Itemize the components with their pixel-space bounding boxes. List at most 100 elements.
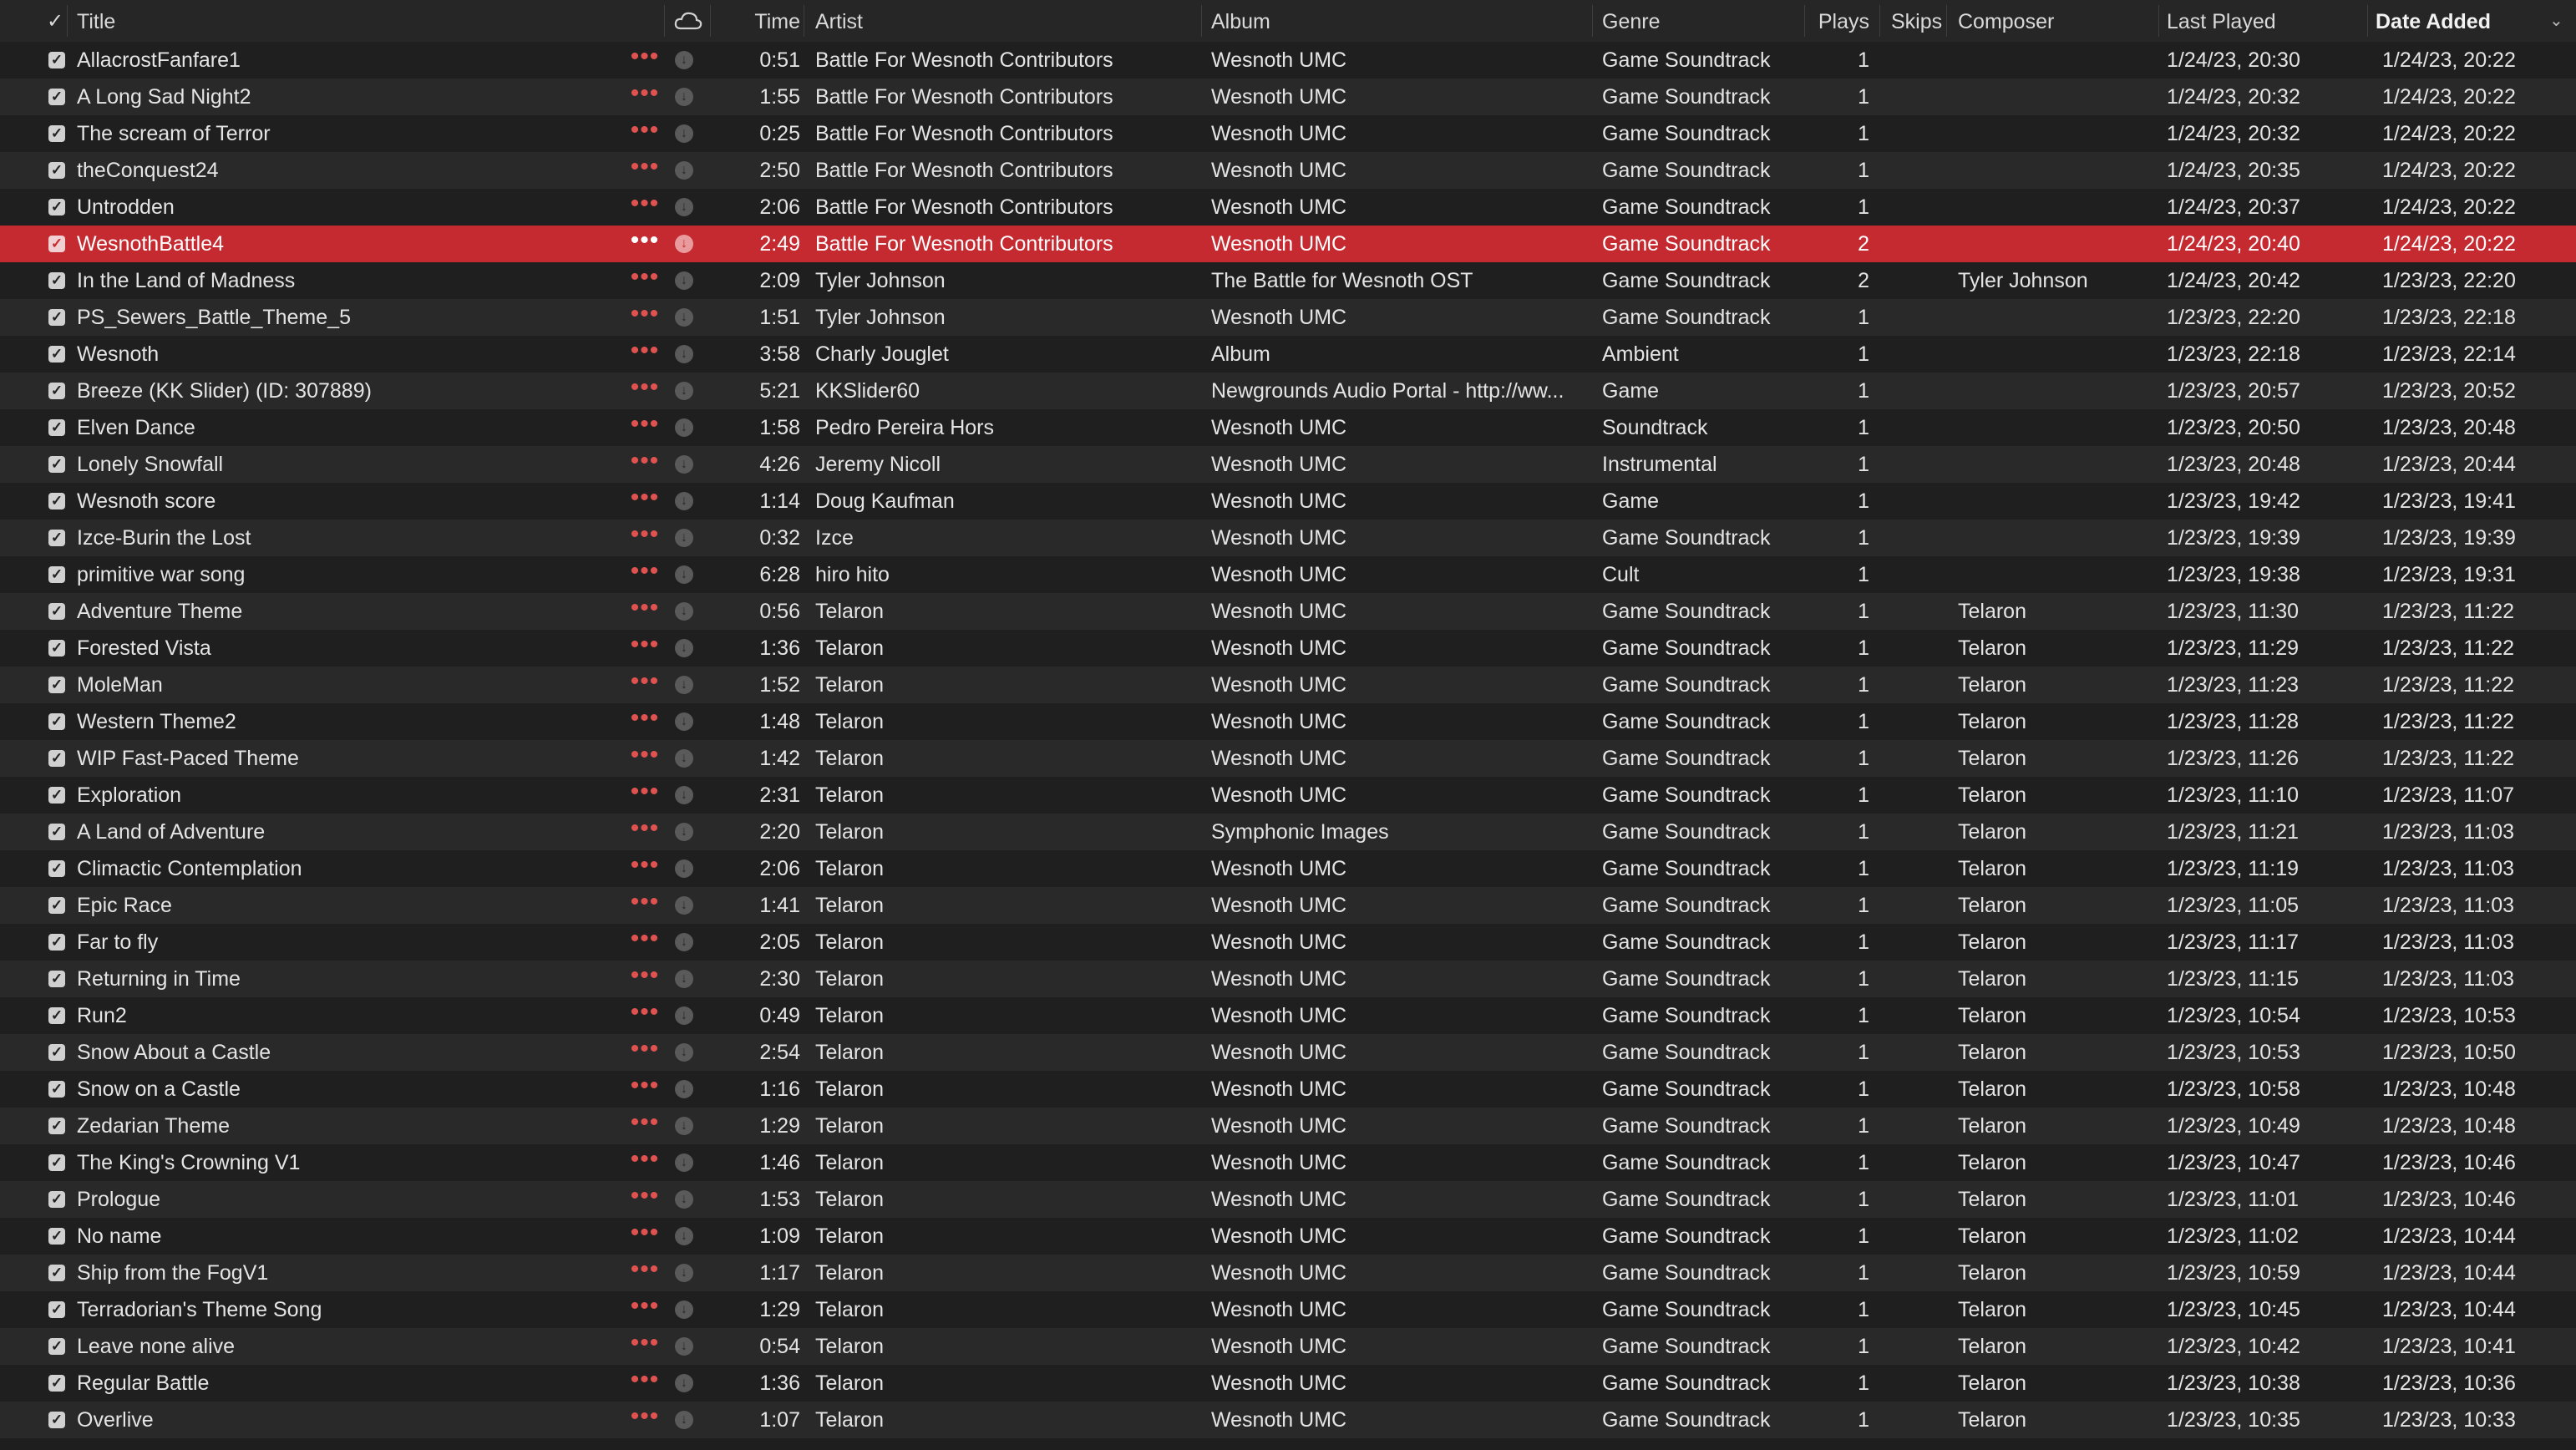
table-row[interactable]: ✓ ••• ↓ MoleMan 1:52 Telaron Wesnoth UMC Game S… <box>0 667 2576 703</box>
checkbox-icon[interactable]: ✓ <box>48 236 65 252</box>
more-options-icon[interactable]: ••• <box>628 42 662 79</box>
download-icon[interactable]: ↓ <box>675 88 693 106</box>
table-row[interactable]: ✓ ••• ↓ Overlive 1:07 Telaron Wesnoth UMC Game … <box>0 1402 2576 1438</box>
table-row[interactable]: ✓ ••• ↓ Wesnoth score 1:14 Doug Kaufman Wesnot… <box>0 483 2576 520</box>
download-icon[interactable]: ↓ <box>675 271 693 290</box>
checkbox-icon[interactable]: ✓ <box>48 89 65 105</box>
header-time[interactable]: Time <box>718 0 800 42</box>
table-row[interactable]: ✓ ••• ↓ primitive war song 6:28 hiro hito Wesn… <box>0 556 2576 593</box>
more-options-icon[interactable]: ••• <box>628 777 662 814</box>
more-options-icon[interactable]: ••• <box>628 262 662 299</box>
table-row[interactable]: ✓ ••• ↓ Lonely Snowfall 4:26 Jeremy Nicoll Wes… <box>0 446 2576 483</box>
table-row[interactable]: ✓ ••• ↓ Terradorian's Theme Song 1:29 Telaron… <box>0 1291 2576 1328</box>
download-icon[interactable]: ↓ <box>675 1264 693 1282</box>
more-options-icon[interactable]: ••• <box>628 373 662 409</box>
more-options-icon[interactable]: ••• <box>628 1328 662 1365</box>
table-row[interactable]: ✓ ••• ↓ The scream of Terror 0:25 Battle For … <box>0 115 2576 152</box>
download-icon[interactable]: ↓ <box>675 823 693 841</box>
more-options-icon[interactable]: ••• <box>628 1402 662 1438</box>
column-separator[interactable] <box>67 5 68 37</box>
table-row[interactable]: ✓ ••• ↓ WesnothBattle4 2:49 Battle For Wesnot… <box>0 226 2576 262</box>
checkbox-icon[interactable]: ✓ <box>48 566 65 583</box>
table-row[interactable]: ✓ ••• ↓ Adventure Theme 0:56 Telaron Wesnoth U… <box>0 593 2576 630</box>
download-icon[interactable]: ↓ <box>675 712 693 731</box>
more-options-icon[interactable]: ••• <box>628 556 662 593</box>
column-separator[interactable] <box>2367 5 2368 37</box>
download-icon[interactable]: ↓ <box>675 1117 693 1135</box>
checkbox-icon[interactable]: ✓ <box>48 860 65 877</box>
download-icon[interactable]: ↓ <box>675 198 693 216</box>
table-row[interactable]: ✓ ••• ↓ Snow About a Castle 2:54 Telaron Wesno… <box>0 1034 2576 1071</box>
more-options-icon[interactable]: ••• <box>628 850 662 887</box>
more-options-icon[interactable]: ••• <box>628 997 662 1034</box>
checkbox-icon[interactable]: ✓ <box>48 640 65 657</box>
download-icon[interactable]: ↓ <box>675 455 693 474</box>
more-options-icon[interactable]: ••• <box>628 1255 662 1291</box>
download-icon[interactable]: ↓ <box>675 933 693 951</box>
table-row[interactable]: ✓ ••• ↓ Western Theme2 1:48 Telaron Wesnoth UM… <box>0 703 2576 740</box>
more-options-icon[interactable]: ••• <box>628 924 662 961</box>
download-icon[interactable]: ↓ <box>675 1374 693 1392</box>
table-row[interactable]: ✓ ••• ↓ Snow on a Castle 1:16 Telaron Wesnoth … <box>0 1071 2576 1108</box>
download-icon[interactable]: ↓ <box>675 529 693 547</box>
checkbox-icon[interactable]: ✓ <box>48 1081 65 1098</box>
checkbox-icon[interactable]: ✓ <box>48 419 65 436</box>
table-row[interactable]: ✓ ••• ↓ Elven Dance 1:58 Pedro Pereira Hors We… <box>0 409 2576 446</box>
more-options-icon[interactable]: ••• <box>628 630 662 667</box>
table-row[interactable]: ✓ ••• ↓ A Long Sad Night2 1:55 Battle For Wes… <box>0 79 2576 115</box>
table-row[interactable]: ✓ ••• ↓ Izce-Burin the Lost 0:32 Izce Wesnoth … <box>0 520 2576 556</box>
checkbox-icon[interactable]: ✓ <box>48 493 65 510</box>
more-options-icon[interactable]: ••• <box>628 152 662 189</box>
table-row[interactable]: ✓ ••• ↓ Zedarian Theme 1:29 Telaron Wesnoth UM… <box>0 1108 2576 1144</box>
more-options-icon[interactable]: ••• <box>628 79 662 115</box>
more-options-icon[interactable]: ••• <box>628 593 662 630</box>
column-separator[interactable] <box>1879 5 1880 37</box>
table-row[interactable]: ✓ ••• ↓ Epic Race 1:41 Telaron Wesnoth UMC Game… <box>0 887 2576 924</box>
download-icon[interactable]: ↓ <box>675 565 693 584</box>
checkbox-icon[interactable]: ✓ <box>48 530 65 546</box>
checkbox-icon[interactable]: ✓ <box>48 272 65 289</box>
checkbox-icon[interactable]: ✓ <box>48 1191 65 1208</box>
checkbox-icon[interactable]: ✓ <box>48 1301 65 1318</box>
download-icon[interactable]: ↓ <box>675 124 693 143</box>
table-row[interactable]: ✓ ••• ↓ Breeze (KK Slider) (ID: 307889) 5:21… <box>0 373 2576 409</box>
more-options-icon[interactable]: ••• <box>628 1218 662 1255</box>
download-icon[interactable]: ↓ <box>675 1337 693 1356</box>
more-options-icon[interactable]: ••• <box>628 1034 662 1071</box>
table-row[interactable]: ✓ ••• ↓ Exploration 2:31 Telaron Wesnoth UMC Ga… <box>0 777 2576 814</box>
download-icon[interactable]: ↓ <box>675 1043 693 1062</box>
download-icon[interactable]: ↓ <box>675 1411 693 1429</box>
column-separator[interactable] <box>710 5 711 37</box>
more-options-icon[interactable]: ••• <box>628 1365 662 1402</box>
header-plays[interactable]: Plays <box>1809 0 1869 42</box>
table-row[interactable]: ✓ ••• ↓ Ship from the FogV1 1:17 Telaron Wesno… <box>0 1255 2576 1291</box>
download-icon[interactable]: ↓ <box>675 308 693 327</box>
table-row[interactable]: ✓ ••• ↓ In the Land of Madness 2:09 Tyler Joh… <box>0 262 2576 299</box>
download-icon[interactable]: ↓ <box>675 235 693 253</box>
checkbox-icon[interactable]: ✓ <box>48 1228 65 1245</box>
column-separator[interactable] <box>1592 5 1593 37</box>
more-options-icon[interactable]: ••• <box>628 299 662 336</box>
header-composer[interactable]: Composer <box>1958 0 2150 42</box>
table-row[interactable]: ✓ ••• ↓ A Land of Adventure 2:20 Telaron Symph… <box>0 814 2576 850</box>
more-options-icon[interactable]: ••• <box>628 409 662 446</box>
table-row[interactable]: ✓ ••• ↓ Forested Vista 1:36 Telaron Wesnoth UM… <box>0 630 2576 667</box>
column-separator[interactable] <box>1201 5 1202 37</box>
table-row[interactable]: ✓ ••• ↓ PS_Sewers_Battle_Theme_5 1:51 Tyler J… <box>0 299 2576 336</box>
download-icon[interactable]: ↓ <box>675 418 693 437</box>
table-row[interactable]: ✓ ••• ↓ No name 1:09 Telaron Wesnoth UMC Game S… <box>0 1218 2576 1255</box>
table-row[interactable]: ✓ ••• ↓ Prologue 1:53 Telaron Wesnoth UMC Game … <box>0 1181 2576 1218</box>
checkbox-icon[interactable]: ✓ <box>48 1412 65 1428</box>
cloud-icon[interactable] <box>673 10 703 32</box>
checkbox-icon[interactable]: ✓ <box>48 1338 65 1355</box>
more-options-icon[interactable]: ••• <box>628 887 662 924</box>
checkbox-icon[interactable]: ✓ <box>48 677 65 693</box>
checkbox-icon[interactable]: ✓ <box>48 1265 65 1281</box>
header-title[interactable]: Title <box>77 0 411 42</box>
checkbox-icon[interactable]: ✓ <box>48 971 65 987</box>
column-separator[interactable] <box>664 5 665 37</box>
checkbox-icon[interactable]: ✓ <box>48 1375 65 1392</box>
checkbox-icon[interactable]: ✓ <box>48 713 65 730</box>
checkbox-icon[interactable]: ✓ <box>48 1044 65 1061</box>
table-row[interactable]: ✓ ••• ↓ Wesnoth 3:58 Charly Jouglet Album Ambie… <box>0 336 2576 373</box>
